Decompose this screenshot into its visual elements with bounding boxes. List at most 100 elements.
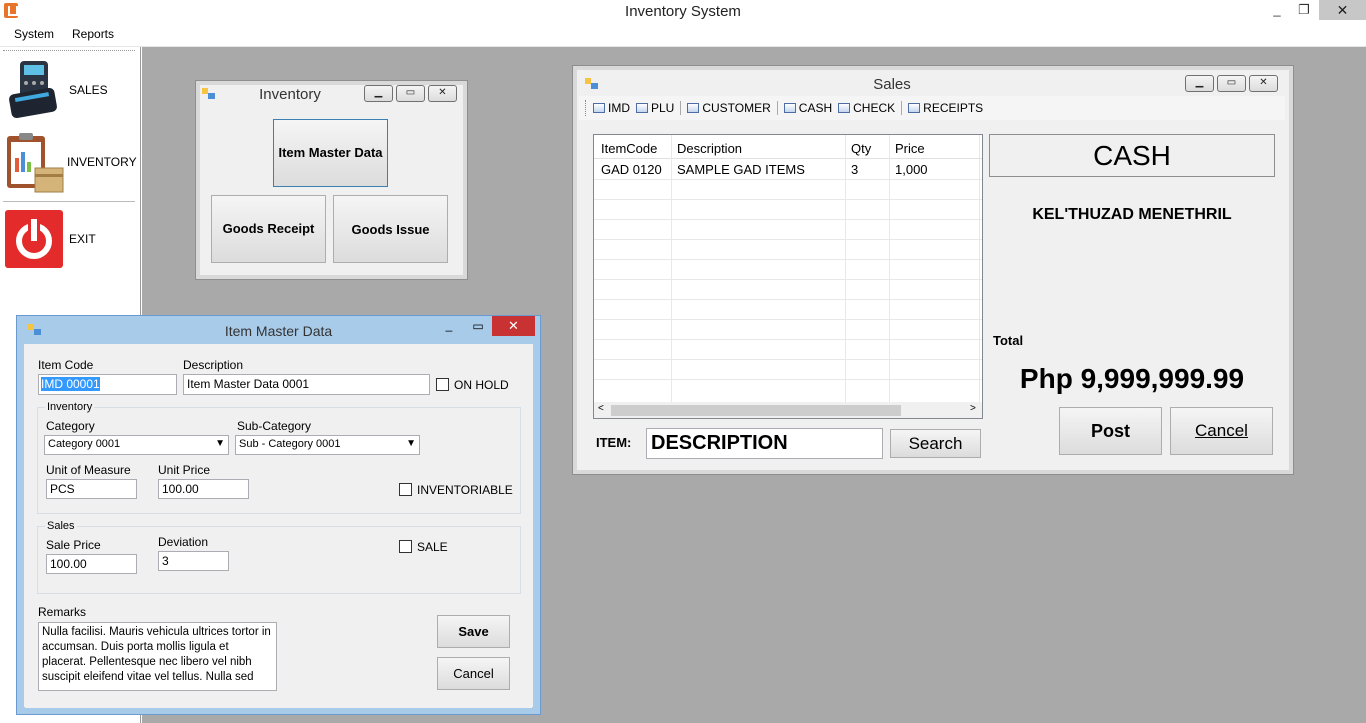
minimize-button[interactable]: _: [440, 318, 458, 336]
sales-grid[interactable]: ItemCode Description Qty Price GAD 0120 …: [593, 134, 983, 419]
minimize-button[interactable]: ▁: [1185, 75, 1214, 92]
table-row[interactable]: GAD 0120 SAMPLE GAD ITEMS 3 1,000: [594, 159, 982, 179]
menu-system[interactable]: System: [14, 27, 54, 41]
customer-button[interactable]: CUSTOMER: [687, 101, 771, 115]
restore-button[interactable]: ❐: [1291, 2, 1317, 20]
uom-input[interactable]: PCS: [46, 479, 137, 499]
image-icon: [687, 103, 700, 113]
window-controls: ▁ ▭ ✕: [364, 85, 457, 102]
remarks-label: Remarks: [38, 605, 87, 619]
item-input[interactable]: DESCRIPTION: [646, 428, 883, 459]
column-header[interactable]: Qty: [851, 141, 871, 156]
plu-button[interactable]: PLU: [636, 101, 674, 115]
goods-receipt-button[interactable]: Goods Receipt: [211, 195, 326, 263]
toolbar-separator: [776, 101, 778, 115]
category-select[interactable]: Category 0001 ▼: [44, 435, 229, 455]
grid-header: ItemCode Description Qty Price: [594, 135, 982, 159]
app-title: Inventory System: [625, 3, 741, 20]
search-button[interactable]: Search: [890, 429, 981, 458]
sale-checkbox[interactable]: [399, 540, 412, 553]
sidebar-item-inventory[interactable]: INVENTORY: [3, 127, 137, 197]
unit-price-input[interactable]: 100.00: [158, 479, 249, 499]
horizontal-scrollbar[interactable]: < >: [594, 402, 982, 418]
payment-type-label: CASH: [989, 134, 1275, 177]
close-button[interactable]: ✕: [1249, 75, 1278, 92]
sale-price-input[interactable]: 100.00: [46, 554, 137, 574]
scroll-right-icon[interactable]: >: [970, 403, 976, 414]
sale-price-label: Sale Price: [46, 538, 101, 552]
maximize-button[interactable]: ▭: [469, 319, 487, 337]
remarks-textarea[interactable]: Nulla facilisi. Mauris vehicula ultrices…: [38, 622, 277, 691]
column-header[interactable]: Price: [895, 141, 925, 156]
sidebar-item-label: SALES: [69, 83, 108, 97]
minimize-button[interactable]: ▁: [364, 85, 393, 102]
item-code-input[interactable]: IMD 00001: [38, 374, 177, 395]
close-button[interactable]: ✕: [1319, 0, 1366, 20]
maximize-button[interactable]: ▭: [396, 85, 425, 102]
power-icon: [5, 210, 63, 268]
inventoriable-checkbox[interactable]: [399, 483, 412, 496]
sidebar-item-label: INVENTORY: [67, 155, 137, 169]
check-button[interactable]: CHECK: [838, 101, 895, 115]
imd-button[interactable]: IMD: [593, 101, 630, 115]
description-input[interactable]: Item Master Data 0001: [183, 374, 430, 395]
sidebar-item-sales[interactable]: SALES: [3, 55, 135, 123]
on-hold-checkbox[interactable]: [436, 378, 449, 391]
sales-window: Sales ▁ ▭ ✕ IMD PLU CUSTOMER CASH CHECK …: [572, 65, 1294, 475]
clipboard-box-icon: [7, 133, 64, 193]
customer-name: KEL'THUZAD MENETHRIL: [1032, 206, 1232, 223]
pos-terminal-icon: [9, 61, 57, 119]
minimize-button[interactable]: _: [1264, 2, 1290, 20]
column-header[interactable]: Description: [677, 141, 742, 156]
cell: GAD 0120: [601, 162, 662, 177]
close-button[interactable]: ✕: [428, 85, 457, 102]
window-body: Item Code IMD 00001 Description Item Mas…: [25, 344, 532, 708]
window-controls: ▁ ▭ ✕: [1185, 75, 1278, 92]
image-icon: [838, 103, 851, 113]
sidebar-divider: [3, 201, 135, 202]
chevron-down-icon: ▼: [215, 438, 225, 449]
sales-group-label: Sales: [45, 520, 77, 532]
close-button[interactable]: ✕: [492, 316, 535, 336]
image-icon: [593, 103, 605, 113]
image-icon: [636, 103, 648, 113]
menu-reports[interactable]: Reports: [72, 27, 114, 41]
inventory-window: Inventory ▁ ▭ ✕ Item Master Data Goods R…: [195, 80, 468, 280]
cash-button[interactable]: CASH: [783, 101, 832, 115]
sale-label: SALE: [417, 540, 448, 554]
toolbar-separator: [680, 101, 682, 115]
inventory-group-label: Inventory: [45, 401, 95, 413]
cell: SAMPLE GAD ITEMS: [677, 162, 805, 177]
column-header[interactable]: ItemCode: [601, 141, 657, 156]
item-master-data-button[interactable]: Item Master Data: [273, 119, 388, 187]
scroll-thumb[interactable]: [611, 405, 901, 416]
cancel-button[interactable]: Cancel: [437, 657, 510, 690]
item-code-label: Item Code: [38, 358, 94, 372]
unit-price-label: Unit Price: [158, 463, 211, 477]
deviation-input[interactable]: 3: [158, 551, 229, 571]
sidebar-item-exit[interactable]: EXIT: [3, 207, 135, 271]
goods-issue-button[interactable]: Goods Issue: [333, 195, 448, 263]
scroll-left-icon[interactable]: <: [598, 403, 604, 414]
sales-toolbar: IMD PLU CUSTOMER CASH CHECK RECEIPTS: [579, 96, 1285, 120]
chevron-down-icon: ▼: [406, 438, 416, 449]
cancel-button[interactable]: Cancel: [1170, 407, 1273, 455]
subcategory-label: Sub-Category: [237, 419, 312, 433]
save-button[interactable]: Save: [437, 615, 510, 648]
maximize-button[interactable]: ▭: [1217, 75, 1246, 92]
window-title: Item Master Data: [224, 323, 333, 339]
category-label: Category: [46, 419, 95, 433]
total-value: Php 9,999,999.99: [1019, 363, 1245, 394]
menubar: System Reports: [0, 23, 1366, 47]
sidebar-item-label: EXIT: [69, 232, 96, 246]
window-title: Inventory: [259, 86, 321, 103]
total-label: Total: [993, 333, 1024, 348]
receipts-button[interactable]: RECEIPTS: [908, 101, 983, 115]
deviation-label: Deviation: [158, 535, 209, 549]
subcategory-select[interactable]: Sub - Category 0001 ▼: [235, 435, 420, 455]
post-button[interactable]: Post: [1059, 407, 1162, 455]
image-icon: [783, 103, 796, 113]
item-label: ITEM:: [596, 435, 632, 450]
uom-label: Unit of Measure: [46, 463, 131, 477]
app-titlebar: Inventory System _ ❐ ✕: [0, 0, 1366, 23]
